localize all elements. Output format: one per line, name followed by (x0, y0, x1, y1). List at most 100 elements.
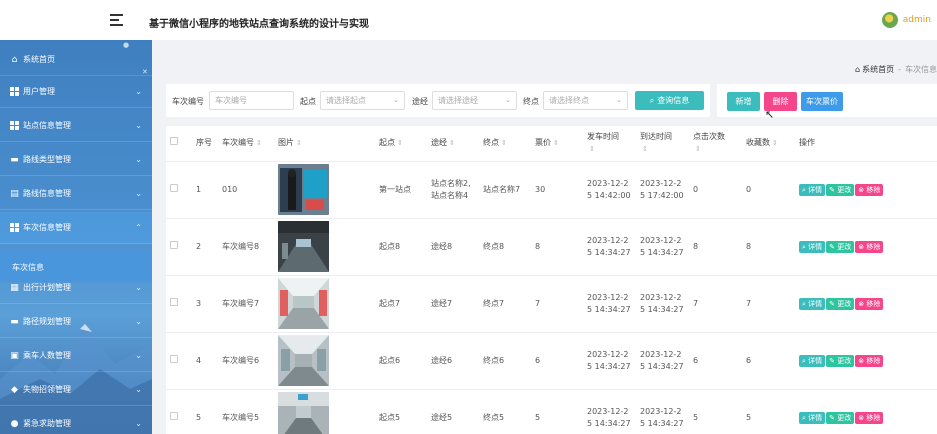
remove-button[interactable]: ⊗ 移除 (855, 240, 884, 253)
cell-ops: ⌕ 详情 ✎ 更改 ⊗ 移除 (795, 161, 937, 219)
row-checkbox[interactable] (170, 183, 178, 192)
train-photo[interactable] (278, 392, 329, 434)
sidebar-item-label: 路线信息管理 (23, 189, 71, 198)
sidebar-item-label: 乘车人数管理 (23, 351, 71, 360)
cell-price: 5 (531, 389, 583, 434)
start-select[interactable]: 请选择起点 ⌄ (320, 91, 405, 110)
select-all-checkbox[interactable] (170, 137, 178, 146)
breadcrumb-home[interactable]: 系统首页 (862, 65, 894, 74)
sort-icon[interactable]: ⇕ (589, 145, 595, 153)
remove-label: 移除 (866, 356, 881, 365)
row-checkbox[interactable] (170, 297, 178, 306)
chevron-down-icon: ⌄ (135, 385, 142, 394)
train-photo[interactable] (278, 278, 329, 329)
col-header-arrive[interactable]: 到达时间 ⇕ (636, 126, 689, 162)
sort-icon[interactable]: ⇕ (642, 145, 648, 153)
menu-toggle-icon[interactable] (110, 14, 123, 26)
train-photo[interactable] (278, 221, 329, 272)
cell-start: 起点7 (375, 275, 427, 333)
col-header-start[interactable]: 起点 ⇕ (375, 126, 427, 162)
query-button[interactable]: ⌕ 查询信息 (635, 91, 704, 110)
add-button[interactable]: 新增 (727, 92, 760, 111)
sort-icon[interactable]: ⇕ (397, 139, 403, 147)
remove-button[interactable]: ⊗ 移除 (855, 183, 884, 196)
detail-button[interactable]: ⌕ 详情 (799, 183, 826, 196)
sort-icon[interactable]: ⇕ (256, 139, 262, 147)
pencil-icon: ✎ (829, 185, 836, 194)
edit-button[interactable]: ✎ 更改 (826, 411, 855, 424)
edit-label: 更改 (837, 299, 852, 308)
query-button-label: 查询信息 (657, 96, 690, 105)
remove-button[interactable]: ⊗ 移除 (855, 411, 884, 424)
col-header-favs[interactable]: 收藏数 ⇕ (742, 126, 795, 162)
sidebar-item-passengers[interactable]: ▣ 乘车人数管理 ⌄ (0, 340, 152, 372)
sidebar-item-users[interactable]: 用户管理 ⌄ (0, 76, 152, 108)
edit-label: 更改 (837, 242, 852, 251)
edit-label: 更改 (837, 413, 852, 422)
train-code-input[interactable]: 车次编号 (209, 91, 294, 110)
col-header-depart[interactable]: 发车时间 ⇕ (583, 126, 636, 162)
col-header-end[interactable]: 终点 ⇕ (479, 126, 531, 162)
sidebar-item-routes[interactable]: ▤ 路线信息管理 ⌄ (0, 178, 152, 210)
pencil-icon: ✎ (829, 356, 836, 365)
cell-code: 010 (218, 161, 274, 219)
train-price-button[interactable]: 车次票价 (801, 92, 843, 111)
col-header-code[interactable]: 车次编号 ⇕ (218, 126, 274, 162)
pencil-icon: ✎ (829, 413, 836, 422)
sidebar-item-route-types[interactable]: ▬ 路线类型管理 ⌄ (0, 144, 152, 176)
edit-button[interactable]: ✎ 更改 (826, 183, 855, 196)
sort-icon[interactable]: ⇕ (449, 139, 455, 147)
remove-button[interactable]: ⊗ 移除 (855, 297, 884, 310)
home-icon: ⌂ (11, 54, 18, 65)
user-menu[interactable]: admin (881, 12, 931, 28)
row-checkbox[interactable] (170, 411, 178, 420)
sidebar-item-path-planning[interactable]: ▬ 路径规划管理 ⌄ (0, 306, 152, 338)
chevron-down-icon: ⌄ (135, 283, 142, 292)
train-photo[interactable] (278, 164, 329, 215)
edit-button[interactable]: ✎ 更改 (826, 354, 855, 367)
cell-ops: ⌕ 详情 ✎ 更改 ⊗ 移除 (795, 389, 937, 434)
edit-button[interactable]: ✎ 更改 (826, 297, 855, 310)
cell-arrive: 2023-12-25 17:42:00 (636, 161, 689, 219)
detail-button[interactable]: ⌕ 详情 (799, 411, 826, 424)
user-name[interactable]: admin (903, 15, 931, 25)
via-select[interactable]: 请选择途经 ⌄ (432, 91, 517, 110)
close-circle-icon: ⊗ (858, 242, 865, 251)
close-circle-icon: ⊗ (858, 356, 865, 365)
end-select[interactable]: 请选择终点 ⌄ (543, 91, 628, 110)
train-photo[interactable] (278, 335, 329, 386)
cell-price: 7 (531, 275, 583, 333)
cell-favs: 6 (742, 332, 795, 390)
cell-image (274, 218, 375, 276)
remove-button[interactable]: ⊗ 移除 (855, 354, 884, 367)
end-placeholder: 请选择终点 (549, 96, 589, 105)
sort-icon[interactable]: ⇕ (296, 139, 302, 147)
detail-button[interactable]: ⌕ 详情 (799, 354, 826, 367)
sidebar-item-travel-plans[interactable]: ▦ 出行计划管理 ⌄ (0, 272, 152, 304)
sort-icon[interactable]: ⇕ (695, 145, 701, 153)
sidebar-item-trains[interactable]: 车次信息管理 ⌃ (0, 212, 152, 244)
sidebar-item-lost-found[interactable]: ◆ 失物招领管理 ⌄ (0, 374, 152, 406)
sort-icon[interactable]: ⇕ (553, 139, 559, 147)
col-header-image[interactable]: 图片 ⇕ (274, 126, 375, 162)
sort-icon[interactable]: ⇕ (501, 139, 507, 147)
row-checkbox[interactable] (170, 354, 178, 363)
cell-arrive: 2023-12-25 14:34:27 (636, 275, 689, 333)
edit-button[interactable]: ✎ 更改 (826, 240, 855, 253)
detail-button[interactable]: ⌕ 详情 (799, 297, 826, 310)
col-header-clicks[interactable]: 点击次数 ⇕ (689, 126, 742, 162)
sort-icon[interactable]: ⇕ (772, 139, 778, 147)
detail-button[interactable]: ⌕ 详情 (799, 240, 826, 253)
sidebar-item-home[interactable]: ⌂ 系统首页 (0, 44, 152, 76)
col-header-price[interactable]: 票价 ⇕ (531, 126, 583, 162)
sidebar-item-emergency[interactable]: ● 紧急求助管理 ⌄ (0, 408, 152, 434)
sidebar-item-label: 失物招领管理 (23, 385, 71, 394)
cell-image (274, 389, 375, 434)
sidebar-item-stations[interactable]: 站点信息管理 ⌄ (0, 110, 152, 142)
cell-start: 起点6 (375, 332, 427, 390)
search-label-via: 途经 (412, 97, 428, 106)
avatar[interactable] (881, 12, 898, 28)
row-checkbox[interactable] (170, 240, 178, 249)
sidebar-item-label: 出行计划管理 (23, 283, 71, 292)
col-header-via[interactable]: 途经 ⇕ (427, 126, 479, 162)
